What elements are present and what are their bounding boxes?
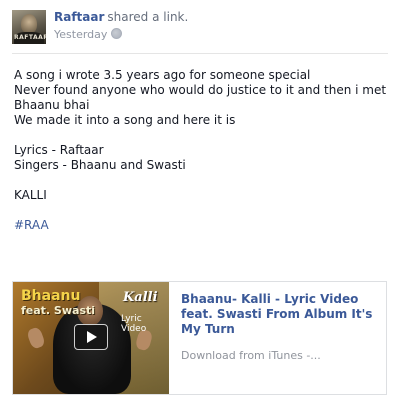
timestamp[interactable]: Yesterday xyxy=(54,28,107,41)
post-action: shared a link. xyxy=(107,10,189,24)
post-line: Never found anyone who would do justice … xyxy=(14,83,387,97)
video-thumbnail[interactable]: Bhaanu feat. Swasti Kalli Lyric Video xyxy=(13,282,169,394)
thumb-lyric-label: Lyric Video xyxy=(121,314,147,334)
post-meta: Raftaar shared a link. Yesterday xyxy=(54,10,188,42)
post-line-break xyxy=(14,128,384,143)
share-info: Bhaanu- Kalli - Lyric Video feat. Swasti… xyxy=(181,292,379,363)
post-line-break xyxy=(14,173,384,188)
share-title-link[interactable]: Bhaanu- Kalli - Lyric Video feat. Swasti… xyxy=(181,292,379,337)
globe-icon[interactable] xyxy=(111,28,123,39)
avatar-face xyxy=(21,14,37,34)
shared-link-card[interactable]: Bhaanu feat. Swasti Kalli Lyric Video Bh… xyxy=(12,281,387,395)
post-header: RAFTAAR Raftaar shared a link. Yesterday xyxy=(12,10,392,50)
thumb-hand-left xyxy=(26,326,46,350)
post-line: Singers - Bhaanu and Swasti xyxy=(14,158,186,172)
author-name[interactable]: Raftaar xyxy=(54,10,104,24)
avatar[interactable]: RAFTAAR xyxy=(12,10,46,44)
header-divider xyxy=(12,53,388,54)
share-source: Download from iTunes -... xyxy=(181,349,321,362)
thumb-title: Bhaanu xyxy=(21,288,81,304)
post-line: Lyrics - Raftaar xyxy=(14,143,104,157)
post-line: We made it into a song and here it is xyxy=(14,113,236,127)
play-icon xyxy=(87,331,97,343)
post-card: RAFTAAR Raftaar shared a link. Yesterday … xyxy=(0,0,402,407)
thumb-subtitle: feat. Swasti xyxy=(21,304,96,317)
post-line: Bhaanu bhai xyxy=(14,98,90,112)
play-button[interactable] xyxy=(74,324,108,350)
post-line: A song i wrote 3.5 years ago for someone… xyxy=(14,68,311,82)
avatar-logo-text: RAFTAAR xyxy=(14,34,46,41)
thumb-song-title: Kalli xyxy=(123,290,158,305)
hashtag-link[interactable]: #RAA xyxy=(14,218,384,233)
post-line: KALLI xyxy=(14,188,47,202)
post-line-break xyxy=(14,203,384,218)
post-body: A song i wrote 3.5 years ago for someone… xyxy=(14,68,387,233)
